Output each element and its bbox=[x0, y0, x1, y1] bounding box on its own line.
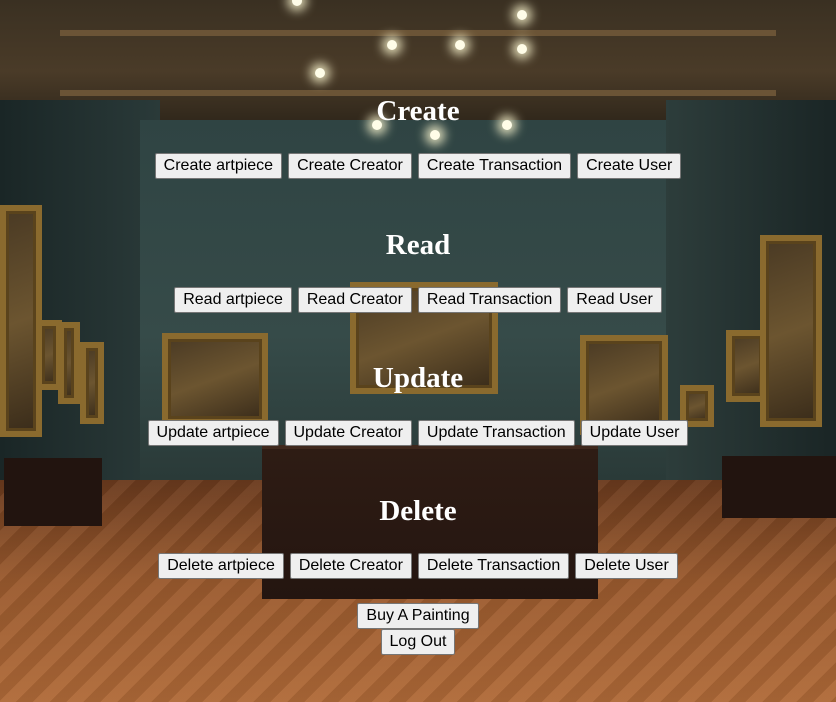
read-creator-button[interactable]: Read Creator bbox=[297, 287, 412, 313]
read-section: Read Read artpiece Read Creator Read Tra… bbox=[0, 228, 836, 313]
create-section: Create Create artpiece Create Creator Cr… bbox=[0, 94, 836, 179]
read-transaction-button[interactable]: Read Transaction bbox=[417, 287, 562, 313]
logout-button[interactable]: Log Out bbox=[380, 629, 456, 655]
update-section: Update Update artpiece Update Creator Up… bbox=[0, 361, 836, 446]
update-artpiece-button[interactable]: Update artpiece bbox=[147, 420, 279, 446]
create-artpiece-button[interactable]: Create artpiece bbox=[154, 153, 283, 179]
buy-painting-button[interactable]: Buy A Painting bbox=[357, 603, 479, 629]
light-bulb bbox=[387, 40, 397, 50]
create-transaction-button[interactable]: Create Transaction bbox=[417, 153, 572, 179]
light-bulb bbox=[517, 10, 527, 20]
read-artpiece-button[interactable]: Read artpiece bbox=[174, 287, 292, 313]
delete-artpiece-button[interactable]: Delete artpiece bbox=[158, 553, 284, 579]
update-creator-button[interactable]: Update Creator bbox=[284, 420, 412, 446]
delete-section: Delete Delete artpiece Delete Creator De… bbox=[0, 494, 836, 579]
section-heading-delete: Delete bbox=[379, 495, 457, 527]
light-bulb bbox=[455, 40, 465, 50]
section-heading-read: Read bbox=[385, 229, 451, 261]
delete-transaction-button[interactable]: Delete Transaction bbox=[417, 553, 570, 579]
create-creator-button[interactable]: Create Creator bbox=[288, 153, 412, 179]
update-button-row: Update artpiece Update Creator Update Tr… bbox=[0, 420, 836, 446]
update-user-button[interactable]: Update User bbox=[580, 420, 689, 446]
delete-creator-button[interactable]: Delete Creator bbox=[289, 553, 412, 579]
delete-button-row: Delete artpiece Delete Creator Delete Tr… bbox=[0, 553, 836, 579]
read-button-row: Read artpiece Read Creator Read Transact… bbox=[0, 287, 836, 313]
logout-row: Log Out bbox=[0, 629, 836, 655]
light-bulb bbox=[315, 68, 325, 78]
light-bulb bbox=[517, 44, 527, 54]
delete-user-button[interactable]: Delete User bbox=[575, 553, 678, 579]
read-user-button[interactable]: Read User bbox=[567, 287, 662, 313]
create-user-button[interactable]: Create User bbox=[577, 153, 682, 179]
update-transaction-button[interactable]: Update Transaction bbox=[417, 420, 575, 446]
light-bulb bbox=[292, 0, 302, 6]
create-button-row: Create artpiece Create Creator Create Tr… bbox=[0, 153, 836, 179]
section-heading-update: Update bbox=[372, 362, 464, 394]
section-heading-create: Create bbox=[376, 95, 460, 127]
buy-painting-row: Buy A Painting bbox=[0, 603, 836, 629]
